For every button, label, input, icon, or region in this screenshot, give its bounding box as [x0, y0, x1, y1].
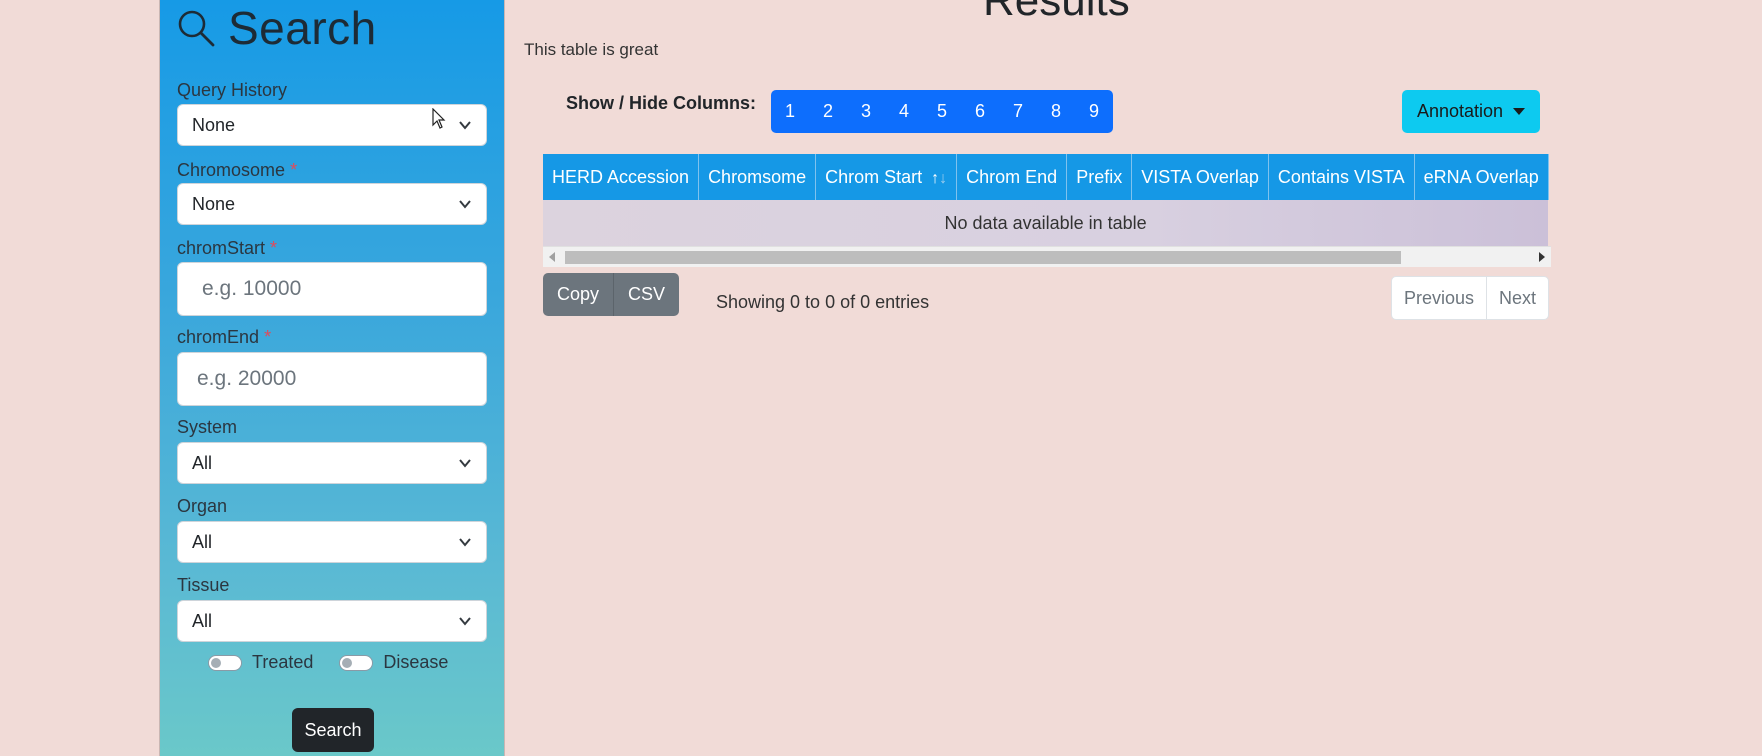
chevron-down-icon: [459, 538, 471, 547]
pagination: Previous Next: [1391, 276, 1550, 320]
chromosome-select[interactable]: None: [177, 183, 487, 225]
table-row: No data available in table: [543, 200, 1549, 246]
csv-button[interactable]: CSV: [613, 273, 679, 316]
organ-label: Organ: [177, 496, 228, 516]
disease-label: Disease: [383, 652, 449, 672]
page-title: Results: [983, 0, 1130, 25]
tissue-select[interactable]: All: [177, 600, 487, 642]
system-label: System: [177, 417, 238, 437]
next-page-button[interactable]: Next: [1486, 277, 1548, 319]
chevron-down-icon: [459, 200, 471, 209]
required-marker: *: [264, 327, 272, 347]
system-value: All: [192, 452, 213, 473]
annotation-button-label: Annotation: [1416, 101, 1504, 121]
column-toggle-button[interactable]: 8: [1037, 90, 1075, 133]
required-marker: *: [290, 160, 298, 180]
mouse-pointer-icon: [432, 108, 446, 129]
tissue-label: Tissue: [177, 575, 230, 595]
column-header[interactable]: Chrom End: [956, 154, 1068, 200]
chrom-start-label-text: chromStart: [177, 238, 266, 258]
chevron-down-icon: [459, 617, 471, 626]
column-header[interactable]: Chromsome: [698, 154, 817, 200]
copy-button[interactable]: Copy: [543, 273, 613, 316]
previous-page-button[interactable]: Previous: [1392, 277, 1486, 319]
sidebar-title-text: Search: [228, 2, 377, 54]
column-toggle-button[interactable]: 3: [847, 90, 885, 133]
scrollbar-thumb[interactable]: [565, 251, 1401, 264]
organ-value: All: [192, 531, 213, 552]
chromosome-label: Chromosome *: [177, 160, 297, 181]
annotation-dropdown-button[interactable]: Annotation: [1402, 90, 1540, 133]
column-toggle-button[interactable]: 7: [999, 90, 1037, 133]
chrom-start-placeholder: e.g. 10000: [202, 277, 302, 300]
horizontal-scrollbar[interactable]: [543, 246, 1551, 267]
required-marker: *: [270, 238, 278, 258]
chrom-end-label-text: chromEnd: [177, 327, 260, 347]
sort-up-icon: ↑: [931, 169, 940, 187]
sort-down-icon: ↓: [939, 169, 948, 187]
column-header-label: Chrom Start: [825, 166, 923, 187]
page-subtitle: This table is great: [524, 40, 659, 59]
search-sidebar: Search Query History None Chromosome * N…: [159, 0, 505, 756]
column-toggle-button[interactable]: 5: [923, 90, 961, 133]
treated-toggle-group: Treated: [208, 652, 313, 673]
sidebar-title: Search: [176, 0, 377, 56]
table-info: Showing 0 to 0 of 0 entries: [716, 292, 930, 312]
column-header[interactable]: HERD Accession: [543, 154, 700, 200]
query-history-value: None: [192, 114, 236, 135]
column-toggle-button[interactable]: 6: [961, 90, 999, 133]
column-header[interactable]: Prefix: [1066, 154, 1133, 200]
treated-label: Treated: [252, 652, 314, 672]
scroll-right-icon[interactable]: [1539, 252, 1545, 262]
column-toggle-button[interactable]: 9: [1075, 90, 1113, 133]
caret-down-icon: [1513, 108, 1526, 115]
table-header-row: HERD Accession Chromsome Chrom Start ↑↓ …: [543, 154, 1549, 200]
column-toggle-button[interactable]: 2: [809, 90, 847, 133]
chrom-end-placeholder: e.g. 20000: [197, 367, 297, 390]
column-toggle-group: 1 2 3 4 5 6 7 8 9: [771, 90, 1113, 133]
treated-toggle[interactable]: [208, 654, 242, 671]
system-select[interactable]: All: [177, 442, 487, 484]
export-button-group: Copy CSV: [543, 273, 680, 316]
column-header[interactable]: Contains VISTA: [1268, 154, 1415, 200]
disease-toggle-group: Disease: [339, 652, 448, 673]
sort-icon: ↑↓: [931, 170, 947, 187]
column-header-sorted[interactable]: Chrom Start ↑↓: [815, 154, 958, 200]
disease-toggle[interactable]: [339, 654, 374, 671]
chrom-end-input[interactable]: e.g. 20000: [177, 352, 487, 406]
chrom-start-input[interactable]: e.g. 10000: [177, 262, 487, 316]
filter-toggles: Treated Disease: [208, 652, 474, 673]
column-toggle-button[interactable]: 4: [885, 90, 923, 133]
search-button[interactable]: Search: [292, 708, 374, 752]
show-hide-label: Show / Hide Columns:: [566, 93, 757, 113]
chevron-down-icon: [459, 121, 471, 130]
results-table: HERD Accession Chromsome Chrom Start ↑↓ …: [543, 154, 1549, 246]
tissue-value: All: [192, 610, 213, 631]
query-history-label: Query History: [177, 80, 288, 100]
chromosome-value: None: [192, 193, 236, 214]
column-header[interactable]: eRNA Overlap: [1414, 154, 1549, 200]
column-header[interactable]: VISTA Overlap: [1131, 154, 1269, 200]
chrom-start-label: chromStart *: [177, 238, 277, 259]
scroll-left-icon[interactable]: [549, 252, 555, 262]
organ-select[interactable]: All: [177, 521, 487, 563]
chevron-down-icon: [459, 459, 471, 468]
empty-table-message: No data available in table: [543, 200, 1549, 246]
column-toggle-button[interactable]: 1: [771, 90, 809, 133]
chromosome-label-text: Chromosome: [177, 160, 286, 180]
chrom-end-label: chromEnd *: [177, 327, 271, 348]
search-icon: [178, 10, 215, 47]
